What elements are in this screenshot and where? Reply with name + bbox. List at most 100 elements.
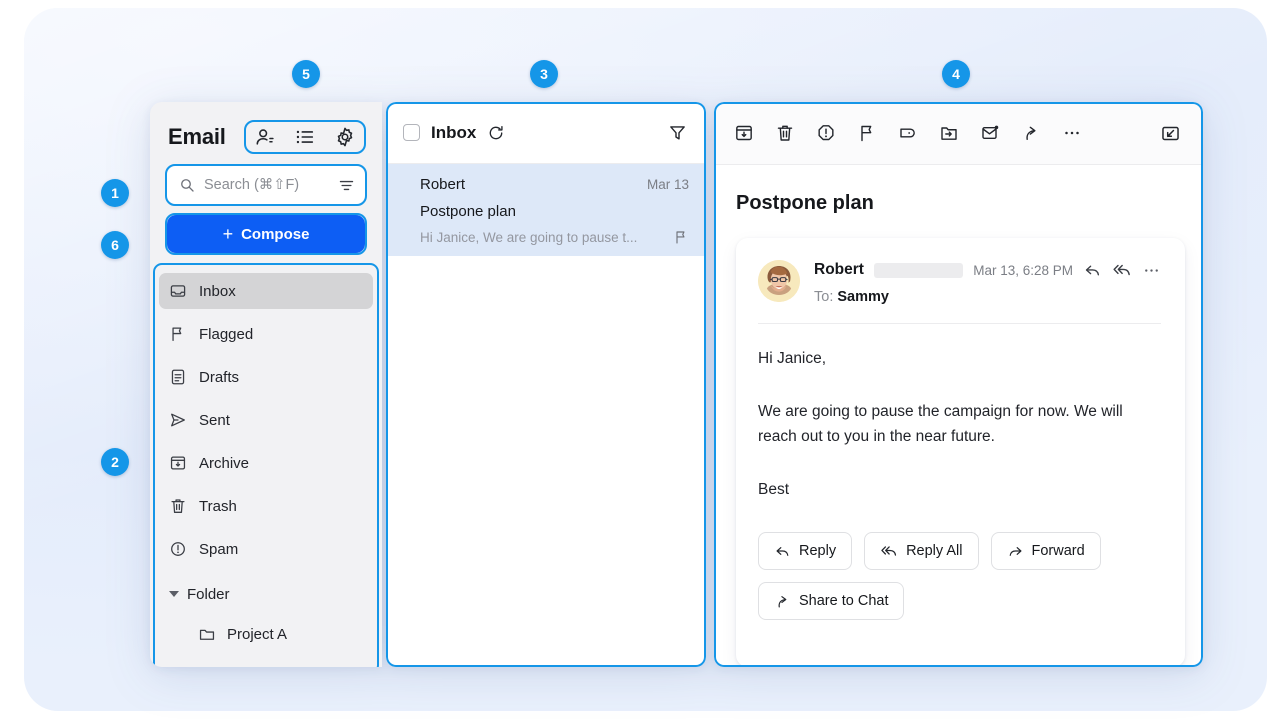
message-list-item[interactable]: Robert Mar 13 Postpone plan Hi Janice, W… [386,164,706,256]
callout-badge-1: 1 [101,179,129,207]
expand-icon[interactable] [1160,123,1181,144]
message-from-name: Robert [814,261,864,279]
trash-icon [169,497,187,515]
message-to-value: Sammy [837,289,889,305]
callout-badge-3: 3 [530,60,558,88]
flag-outline-icon[interactable] [673,229,689,245]
sort-filter-icon[interactable] [338,177,355,194]
message-to-label: To: [814,289,833,305]
sidebar-item-label: Trash [199,499,237,514]
reading-pane-subject: Postpone plan [714,165,1203,215]
tag-icon[interactable] [898,123,918,143]
select-all-checkbox[interactable] [403,124,420,141]
message-body: Hi Janice, We are going to pause the cam… [758,324,1161,502]
screenshot-root: Email [0,0,1280,719]
forward-icon [1007,543,1024,560]
compose-button[interactable]: + Compose [167,215,365,253]
sidebar-item-project-a[interactable]: Project A [168,617,364,651]
inbox-icon [169,282,187,300]
sidebar-item-label: Drafts [199,370,239,385]
flag-icon[interactable] [857,123,877,143]
folder-group-label: Folder [187,586,230,603]
callout-badge-4: 4 [942,60,970,88]
chevron-down-icon [169,591,179,597]
message-paragraph: Hi Janice, [758,346,1161,371]
sidebar-item-label: Archive [199,456,249,471]
search-icon [179,177,195,193]
spam-icon[interactable] [816,123,836,143]
sidebar-item-trash[interactable]: Trash [159,488,373,524]
more-icon[interactable] [1142,261,1161,280]
compose-label: Compose [241,226,309,243]
sidebar-item-sent[interactable]: Sent [159,402,373,438]
reply-icon [774,543,791,560]
refresh-icon[interactable] [487,124,505,142]
flag-icon [169,325,187,343]
reply-button-label: Reply [799,543,836,559]
list-view-icon[interactable] [294,126,316,148]
message-snippet: Hi Janice, We are going to pause t... [420,230,665,245]
sidebar-item-label: Flagged [199,327,253,342]
forward-button[interactable]: Forward [991,532,1101,570]
reading-pane: Postpone plan [714,102,1203,667]
reply-all-icon [880,542,898,560]
folder-group-toggle[interactable]: Folder [159,579,373,609]
search-placeholder: Search (⌘⇧F) [204,177,329,193]
send-icon [169,411,187,429]
reading-pane-toolbar [714,102,1203,165]
reply-all-button-label: Reply All [906,543,962,559]
message-timestamp: Mar 13, 6:28 PM [973,263,1073,278]
message-list-title: Inbox [431,123,476,143]
reply-button[interactable]: Reply [758,532,852,570]
share-icon[interactable] [1021,123,1041,143]
reply-all-icon[interactable] [1112,260,1132,280]
sidebar-item-flagged[interactable]: Flagged [159,316,373,352]
draft-icon [169,368,187,386]
archive-icon[interactable] [734,123,754,143]
forward-button-label: Forward [1032,543,1085,559]
sidebar-item-label: Inbox [199,284,236,299]
callout-badge-2: 2 [101,448,129,476]
sidebar-item-archive[interactable]: Archive [159,445,373,481]
add-contact-icon[interactable] [254,126,276,148]
reply-all-button[interactable]: Reply All [864,532,978,570]
sub-folder-list: Project A [159,609,373,651]
share-to-chat-button-label: Share to Chat [799,593,888,609]
sidebar-item-label: Sent [199,413,230,428]
app-title: Email [168,124,226,150]
share-to-chat-button[interactable]: Share to Chat [758,582,904,620]
message-paragraph: Best [758,477,1161,502]
plus-icon: + [223,224,234,245]
gear-icon[interactable] [334,126,356,148]
message-subject: Postpone plan [420,203,689,220]
more-icon[interactable] [1062,123,1082,143]
sidebar-item-inbox[interactable]: Inbox [159,273,373,309]
mark-unread-icon[interactable] [980,123,1000,143]
archive-icon [169,454,187,472]
message-rows: Robert Mar 13 Postpone plan Hi Janice, W… [386,164,706,667]
folder-list: Inbox Flagged [150,267,382,651]
message-date: Mar 13 [647,177,689,192]
message-list-header: Inbox [386,102,706,164]
search-area: Search (⌘⇧F) [150,158,382,204]
message-card: Robert Mar 13, 6:28 PM [736,238,1185,667]
trash-icon[interactable] [775,123,795,143]
move-to-folder-icon[interactable] [939,123,959,143]
message-sender: Robert [420,176,647,193]
filter-funnel-icon[interactable] [668,123,687,142]
email-app-window: Email [150,102,1203,667]
sidebar-item-label: Spam [199,542,238,557]
sidebar-item-spam[interactable]: Spam [159,531,373,567]
message-actions: Reply Reply All [758,532,1161,620]
callout-badge-6: 6 [101,231,129,259]
sidebar: Email [150,102,382,667]
reply-icon[interactable] [1083,261,1102,280]
message-list-pane: Inbox Robert Mar 13 [386,102,706,667]
sidebar-item-drafts[interactable]: Drafts [159,359,373,395]
header-action-icons [244,120,366,154]
callout-badge-5: 5 [292,60,320,88]
message-row-bottom: Hi Janice, We are going to pause t... [420,229,689,245]
folder-icon [198,625,216,643]
message-header-line1: Robert Mar 13, 6:28 PM [814,260,1161,280]
search-input[interactable]: Search (⌘⇧F) [167,166,365,204]
